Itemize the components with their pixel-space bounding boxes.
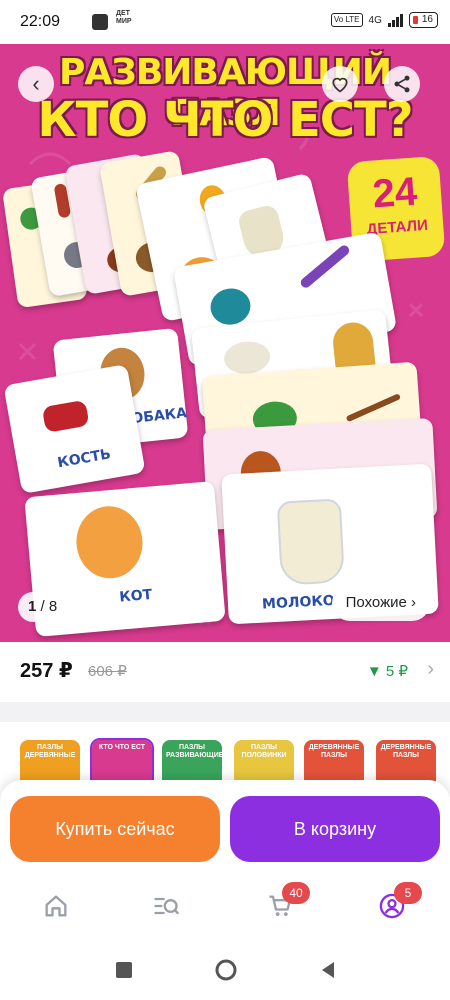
word-cat: КОТ [118, 586, 153, 606]
battery-icon: 16 [408, 12, 438, 28]
home-button[interactable] [214, 958, 238, 982]
tab-cart[interactable]: 40 [266, 882, 310, 928]
home-icon [45, 895, 67, 917]
tab-home[interactable] [42, 892, 78, 928]
app-notification-icon [92, 14, 108, 30]
back-nav-button[interactable] [318, 960, 338, 980]
gallery-current: 1 [28, 598, 37, 615]
status-bar: 22:09 ДЕТ МИР Vo LTE 4G 16 [0, 0, 450, 44]
buy-now-button[interactable]: Купить сейчас [10, 796, 220, 862]
product-image-gallery[interactable]: РАЗВИВАЮЩИЙ ПАЗЛ КТО ЧТО ЕСТ? ‹ 24 ДЕТАЛ… [0, 44, 450, 642]
price-drop: ▼ 5 ₽ [366, 663, 408, 680]
back-button[interactable]: ‹ [18, 66, 54, 102]
brand-notification-icon: ДЕТ МИР [116, 10, 132, 25]
favorite-button[interactable] [322, 66, 358, 102]
thumb-title: ПАЗЛЫ РАЗВИВАЮЩИЕ [166, 744, 224, 759]
recent-apps-button[interactable] [114, 960, 134, 980]
thumb-title: ПАЗЛЫ ПОЛОВИНКИ [241, 744, 287, 759]
current-price: 257 ₽ [20, 660, 73, 682]
thumb-title: ДЕРЕВЯННЫЕ ПАЗЛЫ [308, 744, 360, 759]
profile-count-badge: 5 [394, 882, 422, 904]
thumb-title: КТО ЧТО ЕСТ [98, 744, 146, 751]
catalog-search-icon [154, 897, 179, 915]
price-bar[interactable]: 257 ₽ 606 ₽ ▼ 5 ₽ › [0, 642, 450, 702]
volte-icon: Vo LTE [330, 13, 363, 27]
network-type: 4G [368, 14, 382, 26]
share-button[interactable] [384, 66, 420, 102]
status-indicators: Vo LTE 4G 16 [330, 12, 438, 28]
chevron-right-icon: › [427, 658, 434, 680]
share-icon [394, 75, 410, 93]
thumb-title: ДЕРЕВЯННЫЕ ПАЗЛЫ [380, 744, 432, 759]
system-navigation-bar [0, 940, 450, 1000]
pieces-count: 24 [371, 169, 419, 217]
old-price: 606 ₽ [88, 663, 127, 680]
hero-title-line2: КТО ЧТО ЕСТ? [37, 92, 413, 148]
gallery-counter: 1 / 8 [18, 592, 68, 622]
bottom-tab-bar: 40 5 [0, 880, 450, 940]
section-divider [0, 702, 450, 722]
similar-button[interactable]: Похожие › [331, 585, 430, 621]
cart-count-badge: 40 [282, 882, 310, 904]
signal-icon [387, 13, 403, 27]
gallery-total: / 8 [40, 598, 58, 615]
word-milk: МОЛОКО [261, 592, 336, 613]
purchase-actions: Купить сейчас В корзину [0, 780, 450, 880]
word-bone: КОСТЬ [56, 446, 113, 472]
add-to-cart-button[interactable]: В корзину [230, 796, 440, 862]
heart-icon [332, 77, 348, 93]
chevron-left-icon: ‹ [32, 71, 40, 96]
puzzle-card-bone: КОСТЬ [3, 363, 146, 495]
tab-catalog-search[interactable] [152, 892, 188, 928]
status-time: 22:09 [20, 13, 61, 30]
thumb-title: ПАЗЛЫ ДЕРЕВЯННЫЕ [24, 744, 76, 759]
tab-profile[interactable]: 5 [378, 882, 422, 928]
